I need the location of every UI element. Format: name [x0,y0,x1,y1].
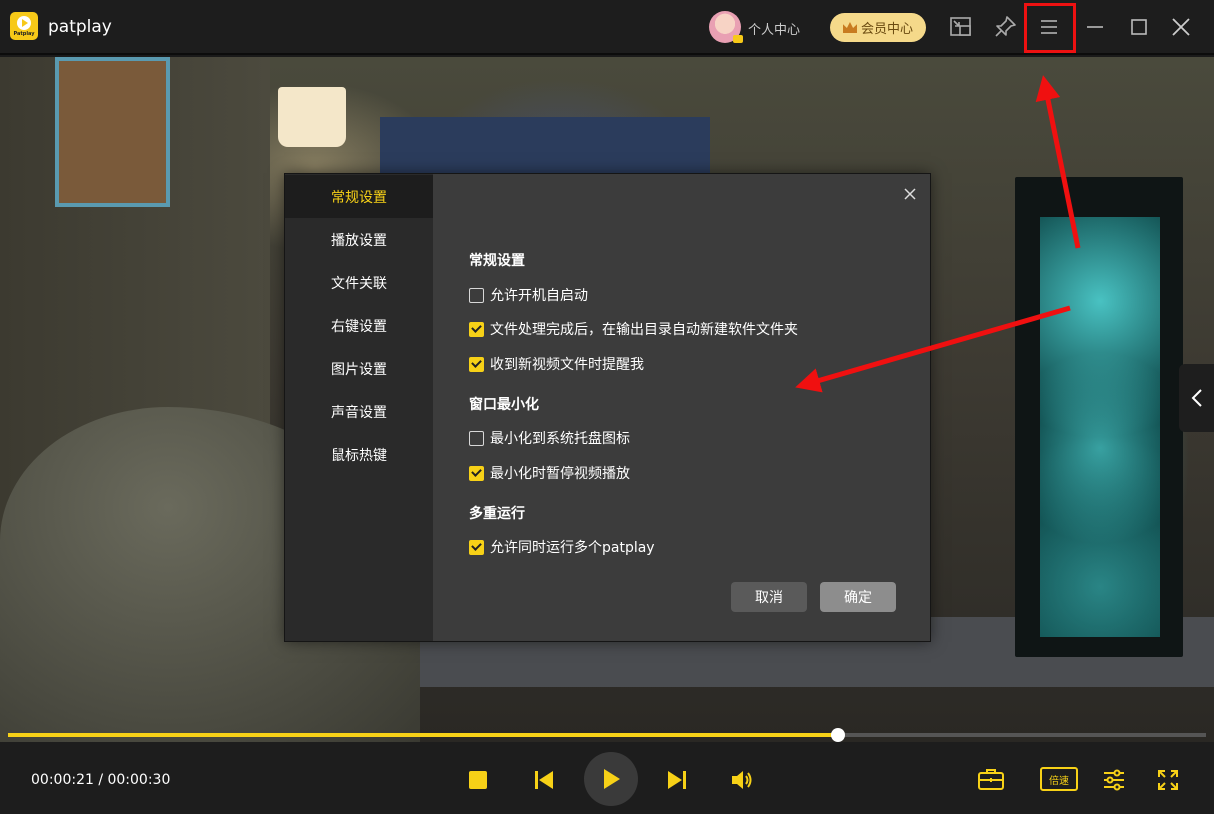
lamp [278,87,346,147]
tab-mouse-hotkeys[interactable]: 鼠标热键 [285,433,433,476]
section-title-multi-instance: 多重运行 [469,506,525,522]
toolbox-button[interactable] [976,764,1006,794]
checkbox[interactable] [469,287,484,303]
close-icon[interactable] [1168,14,1194,40]
patplay-window: Patplay patplay 个人中心 会员中心 00:00:21 / 00:… [0,0,1214,814]
play-icon [604,769,620,789]
option-minimize-tray[interactable]: 最小化到系统托盘图标 [469,428,630,448]
app-title: patplay [48,17,112,37]
speed-label: 倍速 [1049,775,1069,787]
next-button[interactable] [663,766,691,794]
option-label: 文件处理完成后，在输出目录自动新建软件文件夹 [490,322,798,338]
section-title-general: 常规设置 [469,253,525,269]
previous-button[interactable] [530,766,558,794]
adjust-button[interactable] [1100,766,1128,794]
section-title-minimize: 窗口最小化 [469,397,539,413]
tab-file-association[interactable]: 文件关联 [285,261,433,304]
tab-general[interactable]: 常规设置 [285,175,433,218]
maximize-icon[interactable] [1126,14,1152,40]
fullscreen-button[interactable] [1154,766,1182,794]
ok-button[interactable]: 确定 [820,582,896,612]
personal-center-link[interactable]: 个人中心 [748,19,800,38]
picture-in-picture-icon[interactable] [948,14,974,40]
time-display: 00:00:21 / 00:00:30 [31,772,171,788]
logo-text: Patplay [13,31,35,37]
vip-center-label: 会员中心 [860,22,913,37]
settings-dialog: 常规设置 播放设置 文件关联 右键设置 图片设置 声音设置 鼠标热键 常规设置 … [284,173,931,642]
toolbox-icon [978,769,1004,790]
stop-button[interactable] [466,768,490,792]
wall-poster [55,57,170,207]
cancel-button[interactable]: 取消 [731,582,807,612]
control-bar: 00:00:21 / 00:00:30 倍速 [0,742,1214,814]
crown-icon [842,22,857,33]
checkbox[interactable] [469,465,484,481]
option-minimize-pause[interactable]: 最小化时暂停视频播放 [469,463,630,483]
sliders-icon [1104,769,1124,791]
chevron-left-icon [1191,389,1202,407]
checkbox[interactable] [469,356,484,372]
play-button[interactable] [584,752,638,806]
minimize-icon[interactable] [1082,14,1108,40]
tab-image[interactable]: 图片设置 [285,347,433,390]
option-label: 收到新视频文件时提醒我 [490,357,644,373]
side-panel-toggle[interactable] [1179,364,1214,432]
menu-highlight-box [1024,3,1076,53]
volume-button[interactable] [728,766,756,794]
option-new-video-notify[interactable]: 收到新视频文件时提醒我 [469,354,644,374]
option-label: 最小化时暂停视频播放 [490,466,630,482]
option-label: 允许同时运行多个patplay [490,540,655,556]
volume-icon [732,771,752,789]
option-autostart[interactable]: 允许开机自启动 [469,285,588,305]
user-avatar[interactable] [709,11,743,43]
progress-fill [8,733,839,737]
checkbox[interactable] [469,430,484,446]
option-label: 最小化到系统托盘图标 [490,431,630,447]
skip-forward-icon [668,771,686,789]
app-logo: Patplay [10,12,38,40]
option-label: 允许开机自启动 [490,288,588,304]
vip-center-button[interactable]: 会员中心 [830,13,926,42]
pin-icon[interactable] [992,14,1018,40]
option-multi-instance[interactable]: 允许同时运行多个patplay [469,537,655,557]
tab-context-menu[interactable]: 右键设置 [285,304,433,347]
settings-sidebar: 常规设置 播放设置 文件关联 右键设置 图片设置 声音设置 鼠标热键 [285,174,433,641]
checkbox[interactable] [469,321,484,337]
checkbox[interactable] [469,539,484,555]
fullscreen-icon [1158,770,1178,790]
tab-playback[interactable]: 播放设置 [285,218,433,261]
close-icon [904,188,916,200]
progress-bar[interactable] [8,728,1206,742]
dialog-close-button[interactable] [902,186,918,202]
option-auto-folder[interactable]: 文件处理完成后，在输出目录自动新建软件文件夹 [469,319,798,339]
tab-sound[interactable]: 声音设置 [285,390,433,433]
speed-button[interactable]: 倍速 [1040,767,1078,791]
stop-icon [469,771,487,789]
skip-back-icon [535,771,553,789]
title-bar: Patplay patplay 个人中心 会员中心 [0,0,1214,55]
